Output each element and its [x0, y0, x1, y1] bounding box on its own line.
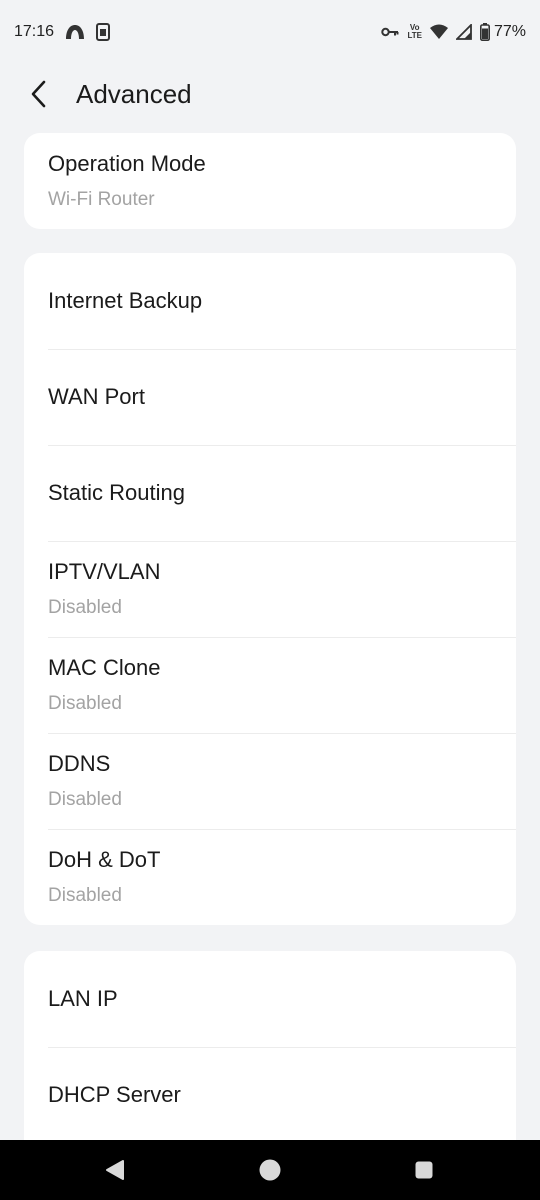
row-iptv-vlan[interactable]: IPTV/VLAN Disabled: [24, 541, 516, 637]
internet-settings-card: Internet Backup WAN Port Static Routing …: [24, 253, 516, 925]
row-wan-port[interactable]: WAN Port: [24, 349, 516, 445]
status-bar: 17:16 Vo LTE 77%: [0, 0, 540, 64]
row-title: DHCP Server: [48, 1082, 181, 1107]
vpn-key-icon: [381, 26, 399, 38]
row-operation-mode[interactable]: Operation Mode Wi-Fi Router: [24, 133, 516, 229]
row-value: Disabled: [48, 597, 122, 618]
volte-text-bottom: LTE: [407, 31, 422, 40]
row-title: Operation Mode: [48, 151, 206, 176]
row-static-routing[interactable]: Static Routing: [24, 445, 516, 541]
app-header: Advanced: [0, 64, 540, 124]
triangle-back-icon: [106, 1160, 124, 1180]
lan-settings-card: LAN IP DHCP Server: [24, 951, 516, 1140]
row-doh-dot[interactable]: DoH & DoT Disabled: [24, 829, 516, 925]
status-right: Vo LTE 77%: [381, 23, 526, 41]
row-title: IPTV/VLAN: [48, 559, 161, 584]
page-title: Advanced: [76, 78, 192, 109]
row-title: Internet Backup: [48, 288, 203, 313]
operation-mode-card: Operation Mode Wi-Fi Router: [24, 133, 516, 229]
row-title: DoH & DoT: [48, 847, 161, 872]
row-value: Disabled: [48, 885, 122, 906]
row-title: MAC Clone: [48, 655, 161, 680]
row-internet-backup[interactable]: Internet Backup: [24, 253, 516, 349]
sim-card-icon: [96, 23, 111, 41]
row-dhcp-server[interactable]: DHCP Server: [24, 1047, 516, 1140]
row-value: Disabled: [48, 693, 122, 714]
back-button[interactable]: [14, 69, 64, 119]
status-left: 17:16: [14, 23, 111, 41]
cell-signal-icon: [455, 24, 472, 40]
row-title: WAN Port: [48, 384, 145, 409]
battery-percent: 77%: [493, 23, 526, 40]
system-nav-bar: [0, 1140, 540, 1200]
volte-icon: Vo LTE: [407, 24, 422, 40]
row-title: LAN IP: [48, 986, 118, 1011]
row-lan-ip[interactable]: LAN IP: [24, 951, 516, 1047]
row-value: Wi-Fi Router: [48, 189, 155, 210]
nav-back-button[interactable]: [91, 1146, 139, 1194]
row-title: Static Routing: [48, 480, 185, 505]
circle-home-icon: [259, 1159, 281, 1181]
brand-arc-icon: [64, 23, 86, 41]
status-time: 17:16: [14, 23, 55, 40]
row-mac-clone[interactable]: MAC Clone Disabled: [24, 637, 516, 733]
row-title: DDNS: [48, 751, 111, 776]
battery-icon: [479, 23, 490, 41]
square-recents-icon: [415, 1161, 433, 1179]
chevron-left-icon: [31, 80, 46, 108]
wifi-icon: [429, 24, 448, 40]
row-ddns[interactable]: DDNS Disabled: [24, 733, 516, 829]
nav-home-button[interactable]: [246, 1146, 294, 1194]
row-value: Disabled: [48, 789, 122, 810]
nav-recents-button[interactable]: [400, 1146, 448, 1194]
